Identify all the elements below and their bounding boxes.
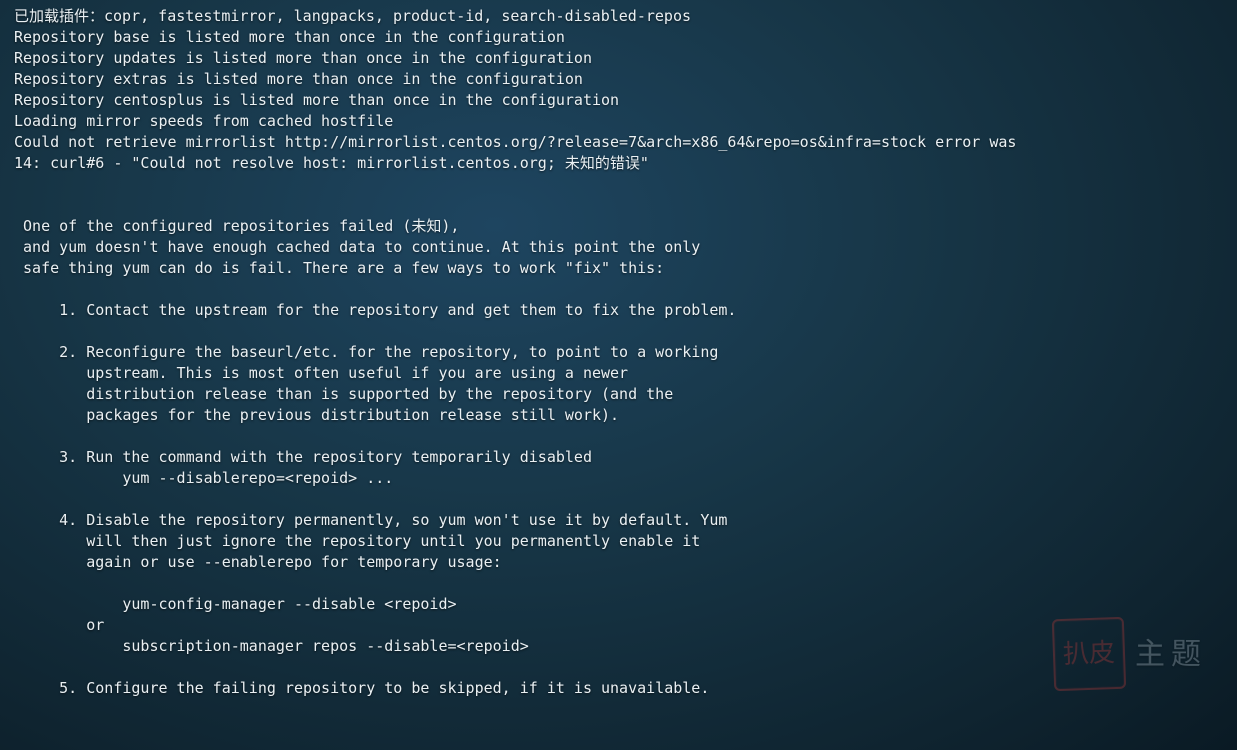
terminal-line: again or use --enablerepo for temporary … <box>14 552 1227 573</box>
terminal-line: will then just ignore the repository unt… <box>14 531 1227 552</box>
terminal-line: upstream. This is most often useful if y… <box>14 363 1227 384</box>
terminal-line <box>14 195 1227 216</box>
terminal-line: distribution release than is supported b… <box>14 384 1227 405</box>
terminal-line: Repository centosplus is listed more tha… <box>14 90 1227 111</box>
terminal-line: yum --disablerepo=<repoid> ... <box>14 468 1227 489</box>
terminal-line <box>14 321 1227 342</box>
terminal-line: 5. Configure the failing repository to b… <box>14 678 1227 699</box>
terminal-line: and yum doesn't have enough cached data … <box>14 237 1227 258</box>
terminal-line: packages for the previous distribution r… <box>14 405 1227 426</box>
terminal-line: Could not retrieve mirrorlist http://mir… <box>14 132 1227 153</box>
terminal-line: Repository base is listed more than once… <box>14 27 1227 48</box>
terminal-line: 2. Reconfigure the baseurl/etc. for the … <box>14 342 1227 363</box>
terminal-line: yum-config-manager --disable <repoid> <box>14 594 1227 615</box>
terminal-line <box>14 573 1227 594</box>
terminal-line <box>14 279 1227 300</box>
terminal-line <box>14 489 1227 510</box>
terminal-line: 14: curl#6 - "Could not resolve host: mi… <box>14 153 1227 174</box>
terminal-output: 已加载插件：copr, fastestmirror, langpacks, pr… <box>0 0 1237 709</box>
terminal-line: Repository updates is listed more than o… <box>14 48 1227 69</box>
terminal-line: Repository extras is listed more than on… <box>14 69 1227 90</box>
terminal-line: 1. Contact the upstream for the reposito… <box>14 300 1227 321</box>
terminal-line: or <box>14 615 1227 636</box>
terminal-line: Loading mirror speeds from cached hostfi… <box>14 111 1227 132</box>
terminal-line: safe thing yum can do is fail. There are… <box>14 258 1227 279</box>
terminal-line <box>14 174 1227 195</box>
terminal-line: 已加载插件：copr, fastestmirror, langpacks, pr… <box>14 6 1227 27</box>
terminal-line <box>14 426 1227 447</box>
terminal-line: 3. Run the command with the repository t… <box>14 447 1227 468</box>
terminal-line: 4. Disable the repository permanently, s… <box>14 510 1227 531</box>
terminal-line: subscription-manager repos --disable=<re… <box>14 636 1227 657</box>
terminal-line <box>14 657 1227 678</box>
terminal-line: One of the configured repositories faile… <box>14 216 1227 237</box>
